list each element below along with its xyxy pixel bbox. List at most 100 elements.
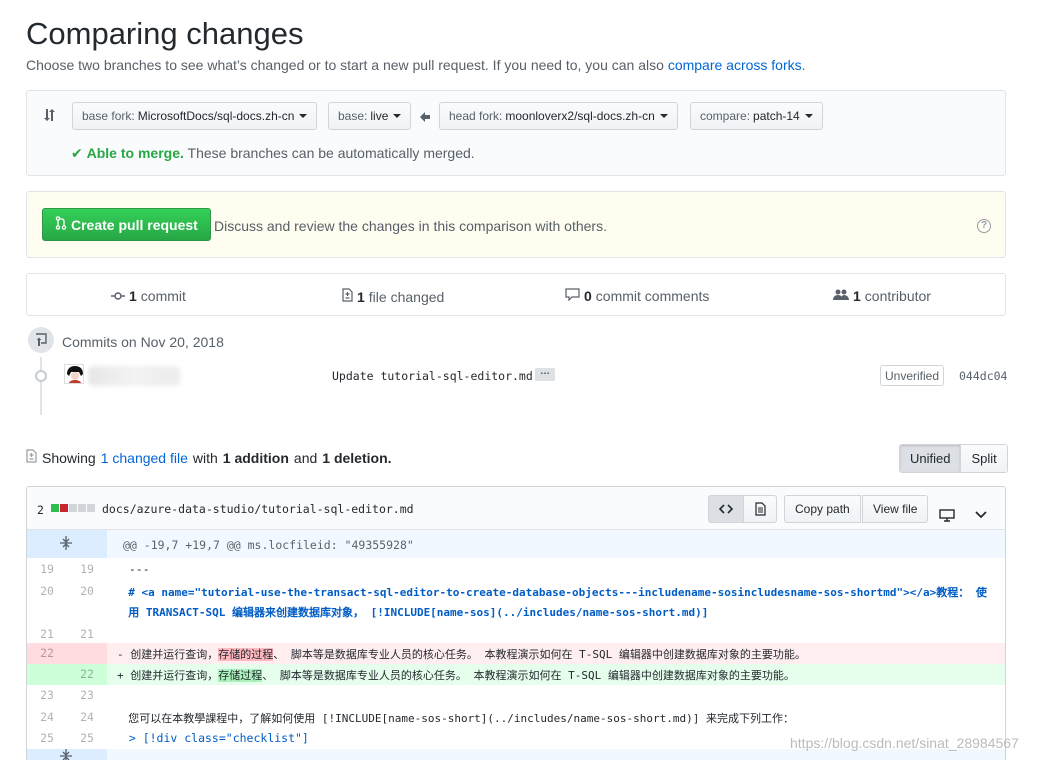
new-line-number[interactable]: 19: [67, 562, 107, 576]
view-file-button[interactable]: View file: [862, 495, 929, 523]
base-branch-label: base:: [338, 109, 368, 123]
people-icon: [833, 288, 849, 304]
diff-line-content: + 创建并运行查询，存储过程、 脚本等是数据库专业人员的核心任务。 本教程演示如…: [117, 667, 795, 683]
word-addition: 存储过程: [218, 669, 263, 682]
compare-branch-label: compare:: [700, 109, 751, 123]
old-line-number[interactable]: 23: [27, 688, 67, 702]
new-line-number[interactable]: 23: [67, 688, 107, 702]
desktop-icon[interactable]: [939, 501, 955, 529]
old-line-number[interactable]: 20: [27, 584, 67, 598]
commit-node-icon: [35, 370, 47, 382]
diff-summary: Showing 1 changed file with 1 addition a…: [26, 449, 392, 466]
base-fork-value: MicrosoftDocs/sql-docs.zh-cn: [137, 109, 295, 123]
unverified-badge[interactable]: Unverified: [880, 365, 945, 386]
chevron-down-icon: [659, 114, 668, 118]
diff-line: 21 21: [27, 624, 1005, 644]
diff-line-addition: 22 + 创建并运行查询，存储过程、 脚本等是数据库专业人员的核心任务。 本教程…: [27, 664, 1005, 685]
split-view-button[interactable]: Split: [960, 445, 1007, 472]
file-diff-icon: [342, 288, 353, 305]
commit-group-header: Commits on Nov 20, 2018: [28, 327, 428, 357]
unified-view-button[interactable]: Unified: [900, 445, 961, 472]
old-line-number[interactable]: 21: [27, 627, 67, 641]
old-line-number[interactable]: 24: [27, 710, 67, 724]
file-path[interactable]: docs/azure-data-studio/tutorial-sql-edit…: [102, 502, 414, 516]
comments-count: 0: [584, 288, 592, 304]
commit-sha-link[interactable]: 044dc04: [959, 369, 1007, 383]
pull-request-prompt: Create pull request Discuss and review t…: [26, 191, 1006, 258]
unfold-icon[interactable]: [59, 749, 73, 760]
diff-line-content: - 创建并运行查询，存储的过程、 脚本等是数据库专业人员的核心任务。 本教程演示…: [117, 646, 806, 662]
copy-path-button[interactable]: Copy path: [784, 495, 861, 523]
file-icon[interactable]: [743, 495, 777, 523]
merge-status-label: Able to merge.: [86, 145, 184, 161]
merge-status-text: These branches can be automatically merg…: [187, 145, 475, 161]
contributors-count: 1: [853, 288, 861, 304]
page-title: Comparing changes: [26, 16, 304, 51]
line-suffix: 、 脚本等是数据库专业人员的核心任务。 本教程演示如何在 T-SQL 编辑器中创…: [273, 648, 806, 661]
new-line-number[interactable]: 20: [67, 584, 107, 598]
deletions-count: 1 deletion.: [322, 449, 392, 466]
avatar[interactable]: [64, 364, 84, 384]
diff-line-content: # <a name="tutorial-use-the-transact-sql…: [115, 586, 987, 599]
commits-tab[interactable]: 1 commit: [111, 288, 186, 304]
head-fork-value: moonloverx2/sql-docs.zh-cn: [505, 109, 655, 123]
old-line-number[interactable]: 22: [27, 646, 67, 660]
commit-message-link[interactable]: Update tutorial-sql-editor.md: [332, 369, 533, 383]
base-fork-select[interactable]: base fork: MicrosoftDocs/sql-docs.zh-cn: [72, 102, 318, 130]
swap-icon: [43, 107, 57, 126]
file-diff: 2 docs/azure-data-studio/tutorial-sql-ed…: [26, 486, 1006, 760]
new-line-number[interactable]: 25: [67, 731, 107, 745]
file-header: 2 docs/azure-data-studio/tutorial-sql-ed…: [27, 487, 1005, 530]
base-branch-select[interactable]: base: live: [328, 102, 412, 130]
commits-count: 1: [129, 288, 137, 304]
author-name-redacted: [88, 366, 180, 386]
diff-line: 19 19 ---: [27, 559, 1005, 579]
question-icon[interactable]: ?: [977, 219, 991, 233]
hunk-header: @@ -19,7 +19,7 @@ ms.locfileid: "4935592…: [27, 530, 1005, 558]
expand-gutter[interactable]: [27, 530, 107, 558]
new-line-number[interactable]: 21: [67, 627, 107, 641]
files-changed-tab[interactable]: 1 file changed: [342, 288, 444, 305]
create-pull-request-button[interactable]: Create pull request: [42, 208, 211, 241]
commit-icon: [111, 288, 125, 304]
repo-push-icon: [28, 327, 54, 353]
base-fork-label: base fork:: [82, 109, 135, 123]
arrow-left-icon: [419, 110, 431, 126]
new-line-number[interactable]: 22: [67, 667, 107, 681]
unfold-icon[interactable]: [59, 536, 73, 553]
code-icon[interactable]: [708, 495, 744, 523]
commit-comments-tab[interactable]: 0 commit comments: [565, 288, 709, 304]
changed-files-link[interactable]: 1 changed file: [101, 450, 188, 466]
diff-line: 20 20 # <a name="tutorial-use-the-transa…: [27, 581, 1005, 623]
range-editor: base fork: MicrosoftDocs/sql-docs.zh-cn b…: [26, 90, 1006, 176]
expand-commit-message-button[interactable]: …: [535, 367, 555, 381]
contributors-label: contributor: [864, 288, 931, 304]
expand-gutter[interactable]: [27, 749, 107, 760]
chevron-down-icon[interactable]: [975, 501, 987, 529]
comment-icon: [565, 288, 580, 304]
line-prefix: - 创建并运行查询，: [117, 648, 219, 661]
page-subtitle: Choose two branches to see what’s change…: [26, 57, 806, 73]
diff-line-content: 您可以在本教學課程中，了解如何使用 [!INCLUDE[name-sos-sho…: [115, 712, 794, 725]
diff-line: 23 23: [27, 685, 1005, 705]
new-line-number[interactable]: 24: [67, 710, 107, 724]
summary-with: with: [192, 449, 218, 466]
merge-status: ✔ Able to merge. These branches can be a…: [71, 145, 475, 162]
chevron-down-icon: [299, 114, 308, 118]
line-prefix: + 创建并运行查询，: [117, 669, 219, 682]
compare-branch-select[interactable]: compare: patch-14: [690, 102, 823, 130]
compare-across-forks-link[interactable]: compare across forks: [668, 57, 802, 73]
commits-label: commit: [140, 288, 186, 304]
diff-line-content-wrap: 用 TRANSACT-SQL 编辑器来创建数据库对象， [!INCLUDE[na…: [115, 606, 709, 619]
head-fork-select[interactable]: head fork: moonloverx2/sql-docs.zh-cn: [439, 102, 678, 130]
comparison-stats: 1 commit 1 file changed 0 commit comments 1…: [26, 273, 1006, 316]
check-icon: ✔: [71, 145, 83, 161]
head-fork-label: head fork:: [449, 109, 503, 123]
chevron-down-icon: [393, 114, 402, 118]
files-label: file changed: [368, 288, 445, 305]
contributors-tab[interactable]: 1 contributor: [833, 288, 931, 304]
git-pull-request-icon: [55, 216, 67, 233]
old-line-number[interactable]: 19: [27, 562, 67, 576]
old-line-number[interactable]: 25: [27, 731, 67, 745]
compare-branch-value: patch-14: [753, 109, 800, 123]
